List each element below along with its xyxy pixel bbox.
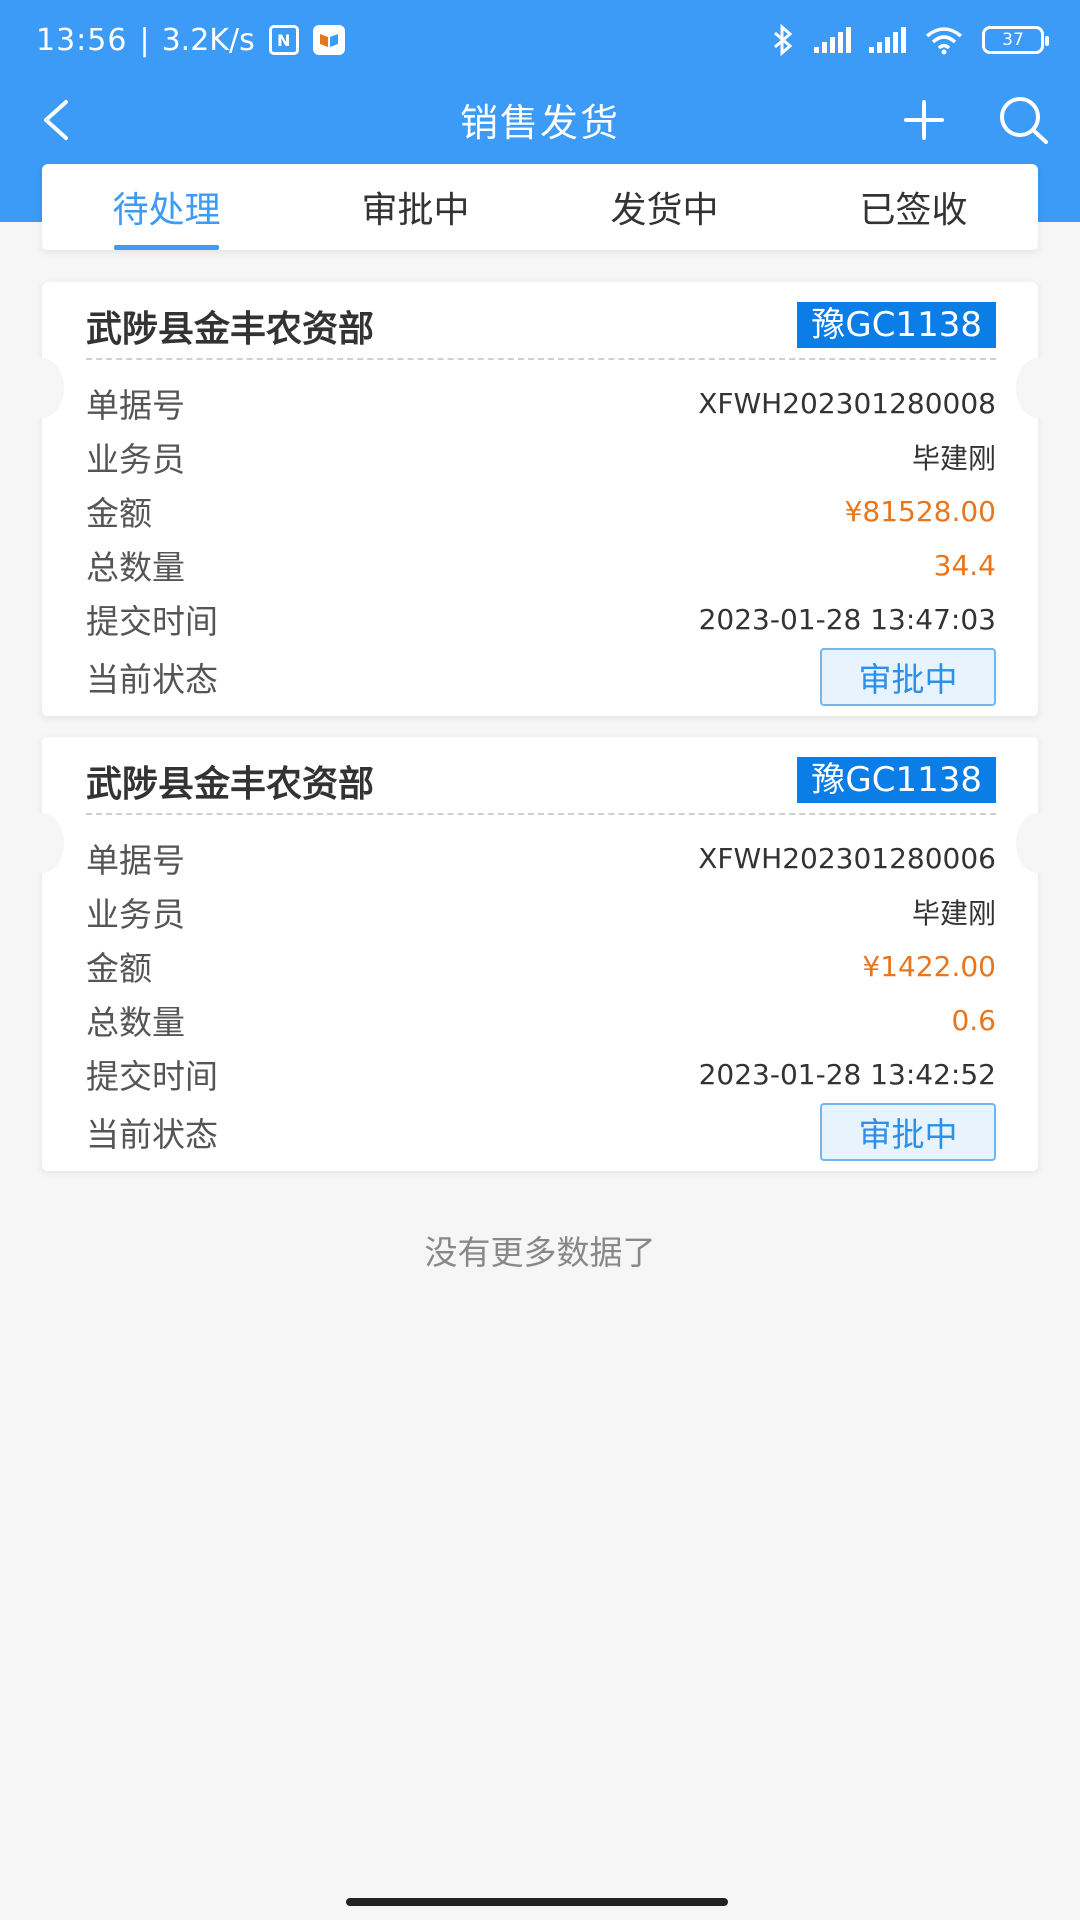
search-icon[interactable] (996, 94, 1052, 146)
card-notch (1016, 358, 1060, 418)
field-value: 2023-01-28 13:47:03 (698, 602, 996, 636)
license-plate-badge: 豫GC1138 (797, 757, 996, 803)
wifi-icon (925, 27, 963, 55)
dashed-divider (86, 813, 996, 815)
field-label: 单据号 (86, 841, 185, 880)
order-card[interactable]: 武陟县金丰农资部 豫GC1138 单据号 XFWH202301280008 业务… (20, 282, 1060, 716)
field-row-quantity: 总数量 0.6 (86, 993, 996, 1047)
battery-icon: 37 (982, 26, 1049, 54)
status-time: 13:56 (36, 22, 128, 58)
field-row-order-number: 单据号 XFWH202301280006 (86, 831, 996, 885)
field-label: 当前状态 (86, 1115, 218, 1154)
card-notch (20, 358, 64, 418)
field-value: 2023-01-28 13:42:52 (698, 1057, 996, 1091)
field-value: XFWH202301280006 (698, 841, 996, 875)
customer-name: 武陟县金丰农资部 (86, 764, 375, 805)
field-row-salesperson: 业务员 毕建刚 (86, 885, 996, 939)
battery-level: 37 (1002, 30, 1024, 50)
card-notch (1016, 813, 1060, 873)
field-label: 当前状态 (86, 660, 218, 699)
status-badge[interactable]: 审批中 (820, 1103, 996, 1161)
nfc-icon: N (268, 25, 299, 55)
field-label: 金额 (86, 949, 152, 988)
status-separator: | (139, 22, 150, 58)
field-row-status: 当前状态 审批中 (86, 646, 996, 708)
field-row-salesperson: 业务员 毕建刚 (86, 430, 996, 484)
field-value: 毕建刚 (911, 442, 996, 475)
card-notch (20, 813, 64, 873)
field-value: XFWH202301280008 (698, 386, 996, 420)
no-more-data-text: 没有更多数据了 (424, 1233, 656, 1272)
tab-approving[interactable]: 审批中 (291, 164, 540, 250)
tab-bar: 待处理 审批中 发货中 已签收 (42, 164, 1038, 250)
order-card[interactable]: 武陟县金丰农资部 豫GC1138 单据号 XFWH202301280006 业务… (20, 737, 1060, 1171)
home-indicator[interactable] (346, 1898, 728, 1906)
field-label: 提交时间 (86, 1057, 218, 1096)
field-label: 单据号 (86, 386, 185, 425)
field-row-submit-time: 提交时间 2023-01-28 13:42:52 (86, 1047, 996, 1101)
bluetooth-icon (774, 23, 793, 57)
tab-signed[interactable]: 已签收 (789, 164, 1038, 250)
field-value: ¥1422.00 (862, 949, 996, 983)
field-row-order-number: 单据号 XFWH202301280008 (86, 376, 996, 430)
field-value: 0.6 (951, 1003, 996, 1037)
field-row-amount: 金额 ¥81528.00 (86, 484, 996, 538)
field-label: 金额 (86, 494, 152, 533)
nav-bar: 销售发货 (0, 80, 1080, 158)
field-label: 总数量 (86, 1003, 185, 1042)
field-row-amount: 金额 ¥1422.00 (86, 939, 996, 993)
plus-icon[interactable] (902, 98, 946, 142)
field-value: 毕建刚 (911, 897, 996, 930)
back-icon[interactable] (38, 98, 78, 142)
tab-shipping[interactable]: 发货中 (540, 164, 789, 250)
license-plate-badge: 豫GC1138 (797, 302, 996, 348)
status-badge[interactable]: 审批中 (820, 648, 996, 706)
page-title: 销售发货 (459, 100, 620, 145)
field-label: 业务员 (86, 440, 185, 479)
field-label: 总数量 (86, 548, 185, 587)
tab-pending[interactable]: 待处理 (42, 164, 291, 250)
field-label: 业务员 (86, 895, 185, 934)
signal-hd-icon (869, 27, 906, 53)
field-label: 提交时间 (86, 602, 218, 641)
dashed-divider (86, 358, 996, 360)
field-value: 34.4 (933, 548, 996, 582)
app-notification-icon (312, 25, 345, 55)
field-row-status: 当前状态 审批中 (86, 1101, 996, 1163)
signal-hd-icon (814, 27, 851, 53)
field-value: ¥81528.00 (844, 494, 996, 528)
field-row-submit-time: 提交时间 2023-01-28 13:47:03 (86, 592, 996, 646)
customer-name: 武陟县金丰农资部 (86, 309, 375, 350)
field-row-quantity: 总数量 34.4 (86, 538, 996, 592)
network-speed: 3.2K/s (161, 22, 255, 58)
status-bar: 13:56 | 3.2K/s N 37 (0, 0, 1080, 80)
